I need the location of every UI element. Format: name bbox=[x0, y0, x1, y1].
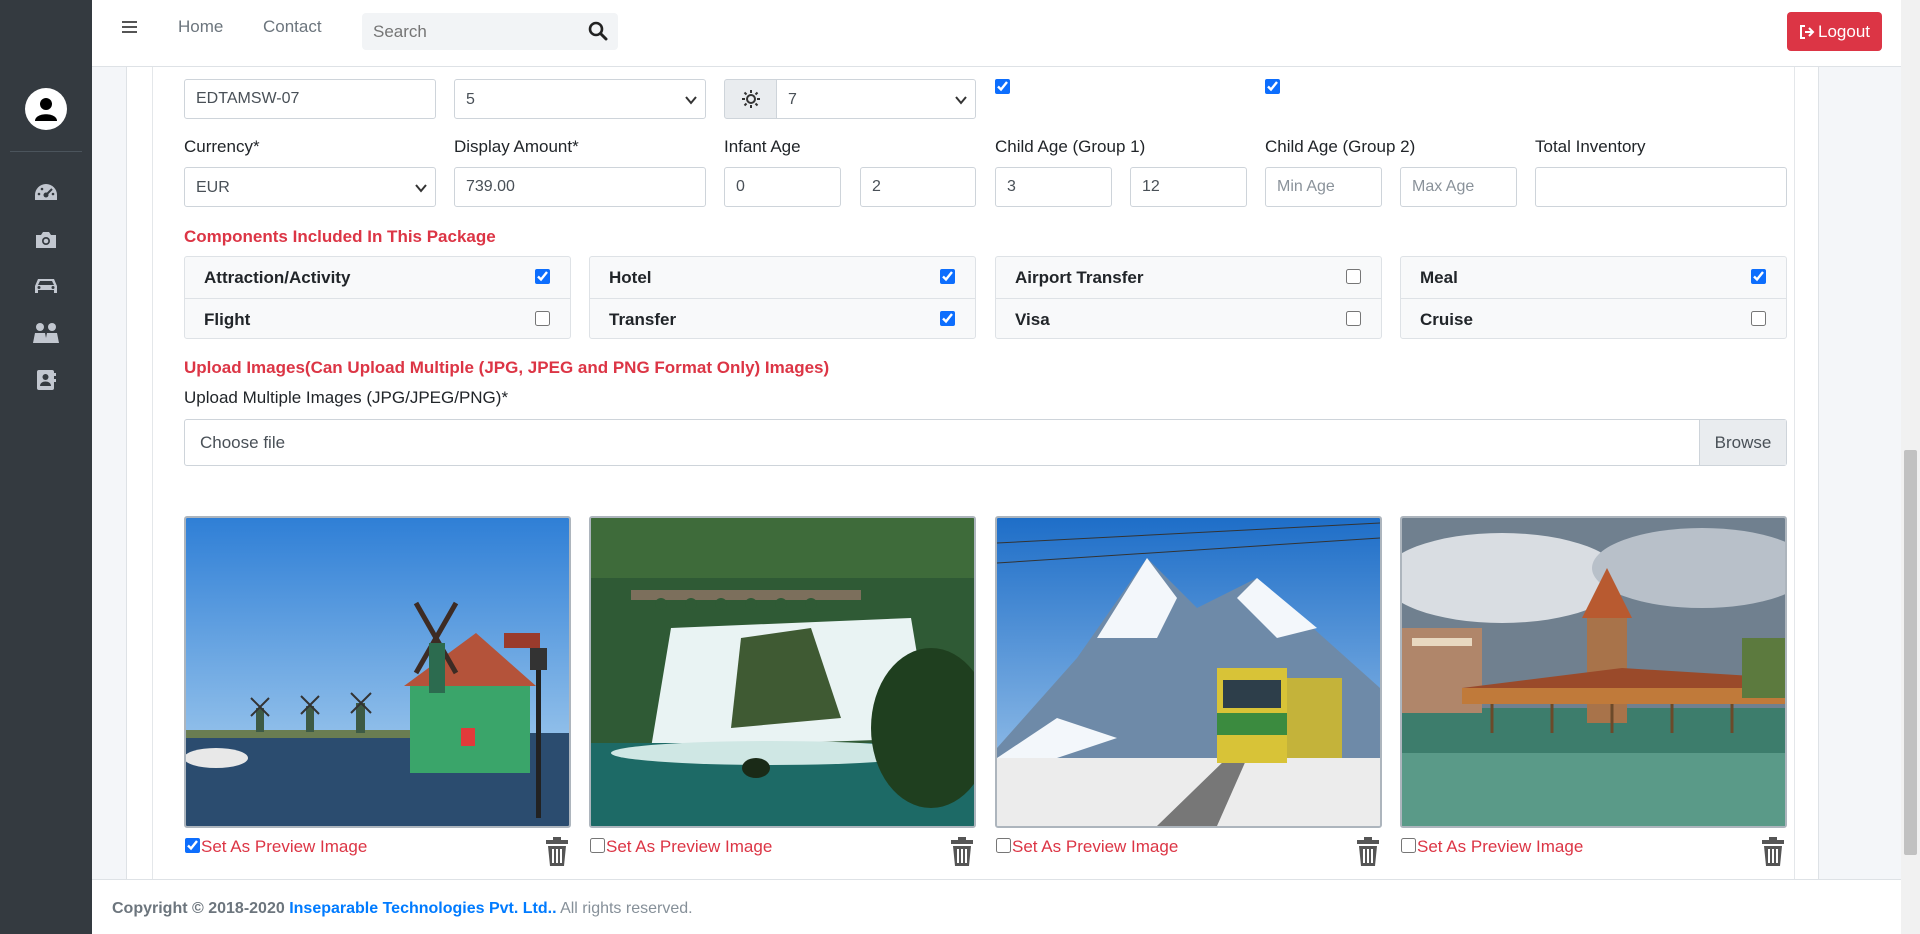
components-heading: Components Included In This Package bbox=[184, 227, 496, 246]
preview-checkbox-2[interactable] bbox=[590, 838, 605, 853]
users-icon[interactable] bbox=[30, 317, 62, 349]
component-label: Visa bbox=[1015, 310, 1050, 329]
component-label: Attraction/Activity bbox=[204, 268, 351, 287]
row1-checkbox-1[interactable] bbox=[995, 79, 1010, 94]
preview-checkbox-1[interactable] bbox=[185, 838, 200, 853]
component-group-1: Attraction/Activity Flight bbox=[184, 256, 571, 339]
preview-label-3[interactable]: Set As Preview Image bbox=[1012, 837, 1178, 857]
child1-max-age-input[interactable] bbox=[1130, 167, 1247, 207]
days-select[interactable]: 7 bbox=[776, 79, 976, 119]
transfer-checkbox[interactable] bbox=[940, 311, 955, 326]
attraction-activity-checkbox[interactable] bbox=[535, 269, 550, 284]
browse-button[interactable]: Browse bbox=[1699, 420, 1786, 465]
footer-text: Copyright © 2018-2020 Inseparable Techno… bbox=[112, 900, 693, 918]
component-label: Cruise bbox=[1420, 310, 1473, 329]
preview-checkbox-3[interactable] bbox=[996, 838, 1011, 853]
currency-select[interactable]: EUR bbox=[184, 167, 436, 207]
camera-icon[interactable] bbox=[30, 224, 62, 256]
sidebar bbox=[0, 0, 92, 934]
scrollbar-thumb[interactable] bbox=[1904, 450, 1917, 855]
infant-max-age-input[interactable] bbox=[860, 167, 976, 207]
package-code-input[interactable] bbox=[184, 79, 436, 119]
infant-min-age-input[interactable] bbox=[724, 167, 841, 207]
visa-checkbox[interactable] bbox=[1346, 311, 1361, 326]
trash-icon[interactable] bbox=[544, 837, 570, 867]
preview-label-1[interactable]: Set As Preview Image bbox=[201, 837, 367, 857]
component-group-3: Airport Transfer Visa bbox=[995, 256, 1382, 339]
days-addon bbox=[724, 79, 777, 119]
contacts-icon[interactable] bbox=[30, 364, 62, 396]
user-avatar-icon[interactable] bbox=[25, 88, 67, 130]
display-amount-label: Display Amount* bbox=[454, 137, 579, 156]
rights-text: All rights reserved. bbox=[560, 900, 693, 917]
logout-label: Logout bbox=[1818, 21, 1870, 41]
image-thumbnail-windmills bbox=[184, 516, 571, 828]
trash-icon[interactable] bbox=[1355, 837, 1381, 867]
file-input-text: Choose file bbox=[200, 433, 286, 452]
currency-label: Currency* bbox=[184, 137, 260, 156]
component-label: Airport Transfer bbox=[1015, 268, 1144, 287]
total-inventory-label: Total Inventory bbox=[1535, 137, 1646, 156]
display-amount-input[interactable] bbox=[454, 167, 706, 207]
copyright-text: Copyright © 2018-2020 bbox=[112, 900, 285, 917]
preview-label-4[interactable]: Set As Preview Image bbox=[1417, 837, 1583, 857]
component-label: Transfer bbox=[609, 310, 677, 329]
component-group-4: Meal Cruise bbox=[1400, 256, 1787, 339]
nav-link-home[interactable]: Home bbox=[178, 17, 223, 37]
car-icon[interactable] bbox=[30, 270, 62, 302]
hotel-checkbox[interactable] bbox=[940, 269, 955, 284]
footer: Copyright © 2018-2020 Inseparable Techno… bbox=[92, 879, 1901, 934]
meal-checkbox[interactable] bbox=[1751, 269, 1766, 284]
nights-select[interactable]: 5 bbox=[454, 79, 706, 119]
child-age-group1-label: Child Age (Group 1) bbox=[995, 137, 1146, 156]
main-content: 5 7 Currency* EUR Display Amount* Infant… bbox=[126, 67, 1819, 879]
page-scrollbar[interactable] bbox=[1901, 0, 1920, 934]
row1-checkbox-2[interactable] bbox=[1265, 79, 1280, 94]
search-icon[interactable] bbox=[588, 21, 610, 43]
image-thumbnail-mountain-train bbox=[995, 516, 1382, 828]
search-box bbox=[362, 13, 618, 50]
child2-min-age-input[interactable] bbox=[1265, 167, 1382, 207]
menu-toggle-icon[interactable] bbox=[122, 18, 142, 38]
top-navbar: Home Contact Logout bbox=[92, 0, 1901, 67]
preview-label-2[interactable]: Set As Preview Image bbox=[606, 837, 772, 857]
nav-link-contact[interactable]: Contact bbox=[263, 17, 322, 37]
component-label: Hotel bbox=[609, 268, 652, 287]
component-label: Flight bbox=[204, 310, 251, 329]
sun-icon bbox=[741, 90, 760, 108]
company-link[interactable]: Inseparable Technologies Pvt. Ltd.. bbox=[289, 900, 556, 917]
dashboard-icon[interactable] bbox=[30, 177, 62, 209]
child-age-group2-label: Child Age (Group 2) bbox=[1265, 137, 1416, 156]
image-thumbnail-waterfall bbox=[589, 516, 976, 828]
sign-out-icon bbox=[1800, 24, 1815, 39]
sidebar-divider bbox=[10, 151, 82, 152]
image-thumbnail-covered-bridge bbox=[1400, 516, 1787, 828]
upload-field-label: Upload Multiple Images (JPG/JPEG/PNG)* bbox=[184, 388, 509, 407]
total-inventory-input[interactable] bbox=[1535, 167, 1787, 207]
cruise-checkbox[interactable] bbox=[1751, 311, 1766, 326]
file-input[interactable]: Choose file Browse bbox=[184, 419, 1787, 466]
child1-min-age-input[interactable] bbox=[995, 167, 1112, 207]
trash-icon[interactable] bbox=[1760, 837, 1786, 867]
child2-max-age-input[interactable] bbox=[1400, 167, 1517, 207]
flight-checkbox[interactable] bbox=[535, 311, 550, 326]
logout-button[interactable]: Logout bbox=[1787, 12, 1882, 51]
component-group-2: Hotel Transfer bbox=[589, 256, 976, 339]
infant-age-label: Infant Age bbox=[724, 137, 801, 156]
airport-transfer-checkbox[interactable] bbox=[1346, 269, 1361, 284]
component-label: Meal bbox=[1420, 268, 1458, 287]
search-input[interactable] bbox=[362, 13, 576, 50]
upload-heading: Upload Images(Can Upload Multiple (JPG, … bbox=[184, 358, 830, 377]
trash-icon[interactable] bbox=[949, 837, 975, 867]
preview-checkbox-4[interactable] bbox=[1401, 838, 1416, 853]
